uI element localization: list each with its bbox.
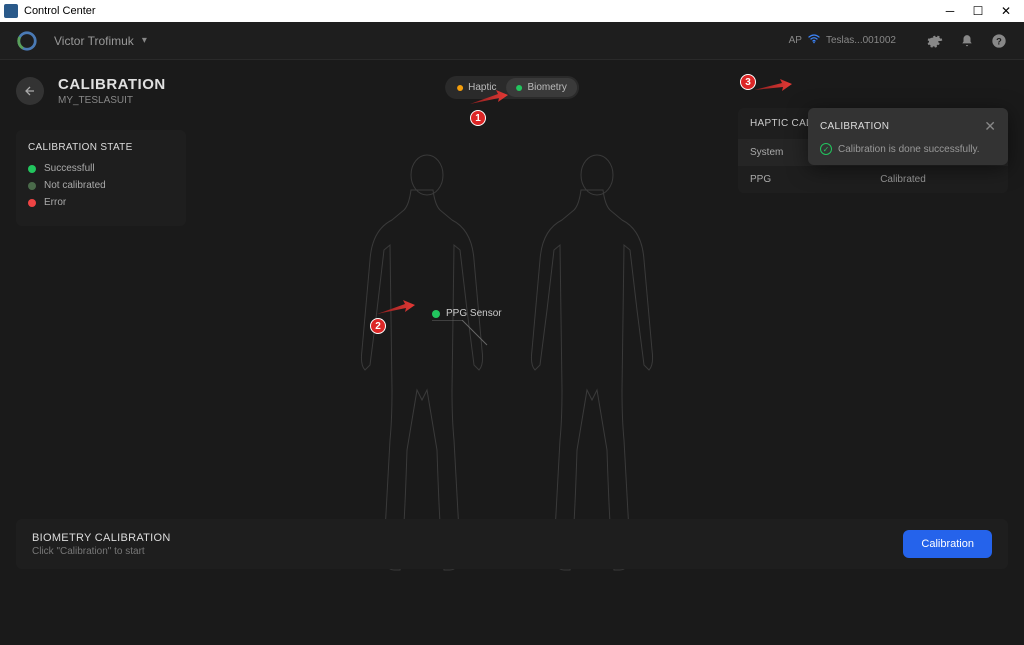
sensor-connector bbox=[432, 320, 492, 350]
legend-item-not-calibrated: Not calibrated bbox=[28, 180, 174, 191]
user-name[interactable]: Victor Trofimuk bbox=[54, 34, 134, 48]
maximize-button[interactable]: ☐ bbox=[964, 0, 992, 22]
back-button[interactable] bbox=[16, 77, 44, 105]
row-label: PPG bbox=[750, 174, 810, 185]
gear-icon[interactable] bbox=[926, 32, 944, 50]
svg-text:?: ? bbox=[996, 36, 1002, 46]
row-label: System bbox=[750, 147, 810, 158]
calibration-toast: CALIBRATION ✕ ✓ Calibration is done succ… bbox=[808, 108, 1008, 165]
legend-item-error: Error bbox=[28, 197, 174, 208]
ppg-sensor-label: PPG Sensor bbox=[432, 308, 502, 319]
legend-item-label: Not calibrated bbox=[44, 180, 106, 191]
status-dot-icon bbox=[432, 310, 440, 318]
tab-switcher: Haptic Biometry bbox=[445, 76, 579, 99]
legend-item-label: Successfull bbox=[44, 163, 95, 174]
sensor-text: PPG Sensor bbox=[446, 308, 502, 319]
annotation-arrow-1 bbox=[468, 90, 508, 106]
tab-biometry[interactable]: Biometry bbox=[506, 78, 576, 97]
toast-message: Calibration is done successfully. bbox=[838, 144, 980, 155]
annotation-arrow-3 bbox=[752, 78, 792, 94]
ap-label: AP bbox=[789, 35, 802, 46]
panel-row-ppg: PPG Calibrated bbox=[738, 166, 1008, 193]
check-icon: ✓ bbox=[820, 143, 832, 155]
help-icon[interactable]: ? bbox=[990, 32, 1008, 50]
minimize-button[interactable]: ─ bbox=[936, 0, 964, 22]
status-dot-icon bbox=[516, 85, 522, 91]
window-title: Control Center bbox=[24, 5, 936, 17]
bottom-subtitle: Click "Calibration" to start bbox=[32, 546, 903, 557]
ap-info[interactable]: AP Teslas...001002 bbox=[789, 34, 896, 47]
annotation-arrow-2 bbox=[375, 300, 415, 316]
bottom-title: BIOMETRY CALIBRATION bbox=[32, 532, 903, 544]
legend-item-successfull: Successfull bbox=[28, 163, 174, 174]
app-icon bbox=[4, 4, 18, 18]
page-title: CALIBRATION bbox=[58, 76, 166, 93]
annotation-marker-1: 1 bbox=[470, 110, 486, 126]
bottom-bar: BIOMETRY CALIBRATION Click "Calibration"… bbox=[16, 519, 1008, 569]
close-icon[interactable]: ✕ bbox=[984, 118, 996, 135]
body-view: PPG Sensor bbox=[342, 150, 682, 580]
page-subtitle: MY_TESLASUIT bbox=[58, 95, 166, 106]
status-dot-icon bbox=[457, 85, 463, 91]
bell-icon[interactable] bbox=[958, 32, 976, 50]
top-bar: Victor Trofimuk ▾ AP Teslas...001002 ? bbox=[0, 22, 1024, 60]
status-dot-icon bbox=[28, 199, 36, 207]
calibration-button[interactable]: Calibration bbox=[903, 530, 992, 558]
ap-device: Teslas...001002 bbox=[826, 35, 896, 46]
annotation-marker-3: 3 bbox=[740, 74, 756, 90]
status-dot-icon bbox=[28, 182, 36, 190]
chevron-down-icon[interactable]: ▾ bbox=[142, 35, 147, 46]
app-logo bbox=[16, 30, 38, 52]
legend-panel: CALIBRATION STATE Successfull Not calibr… bbox=[16, 130, 186, 226]
legend-title: CALIBRATION STATE bbox=[28, 142, 174, 153]
toast-title: CALIBRATION bbox=[820, 121, 889, 132]
status-dot-icon bbox=[28, 165, 36, 173]
window-titlebar: Control Center ─ ☐ ✕ bbox=[0, 0, 1024, 22]
wifi-icon bbox=[808, 34, 820, 47]
row-status: Calibrated bbox=[810, 174, 996, 185]
annotation-marker-2: 2 bbox=[370, 318, 386, 334]
legend-item-label: Error bbox=[44, 197, 66, 208]
close-button[interactable]: ✕ bbox=[992, 0, 1020, 22]
tab-biometry-label: Biometry bbox=[527, 82, 566, 93]
